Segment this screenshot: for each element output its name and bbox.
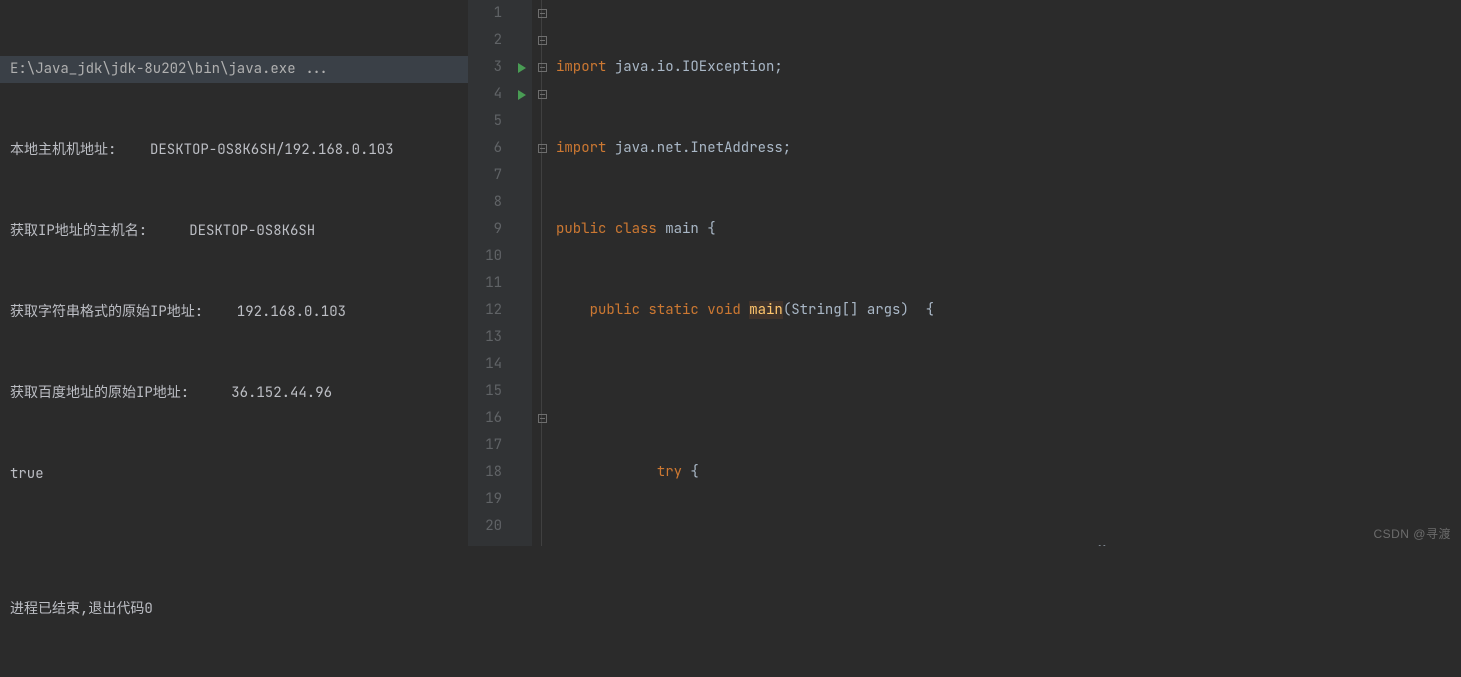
line-number[interactable]: 1: [468, 0, 512, 27]
fold-toggle-icon[interactable]: [538, 414, 547, 423]
code-line: [552, 378, 1461, 405]
code-line: try {: [552, 459, 1461, 486]
console-exec-path: E:\Java_jdk\jdk-8u202\bin\java.exe ...: [0, 56, 468, 83]
console-line: 获取百度地址的原始IP地址: 36.152.44.96: [0, 380, 468, 407]
line-number[interactable]: 9: [468, 216, 512, 243]
line-number[interactable]: 15: [468, 378, 512, 405]
line-number[interactable]: 17: [468, 432, 512, 459]
gutter-run-column: [512, 0, 532, 546]
fold-toggle-icon[interactable]: [538, 9, 547, 18]
watermark: CSDN @寻渡: [1373, 525, 1451, 542]
console-output[interactable]: E:\Java_jdk\jdk-8u202\bin\java.exe ... 本…: [0, 0, 468, 546]
run-gutter-icon[interactable]: [518, 90, 526, 100]
console-line: true: [0, 461, 468, 488]
fold-toggle-icon[interactable]: [538, 63, 547, 72]
code-line: InetAddress localHost = InetAddress.getL…: [552, 540, 1461, 546]
fold-toggle-icon[interactable]: [538, 144, 547, 153]
console-exit-line: 进程已结束,退出代码0: [0, 596, 468, 623]
code-editor[interactable]: import java.io.IOException; import java.…: [552, 0, 1461, 546]
fold-toggle-icon[interactable]: [538, 90, 547, 99]
line-number[interactable]: 16: [468, 405, 512, 432]
line-number[interactable]: 18: [468, 459, 512, 486]
line-number[interactable]: 5: [468, 108, 512, 135]
line-number[interactable]: 10: [468, 243, 512, 270]
console-line: 获取IP地址的主机名: DESKTOP-0S8K6SH: [0, 218, 468, 245]
editor-gutter[interactable]: 1234567891011121314151617181920: [468, 0, 512, 546]
line-number[interactable]: 8: [468, 189, 512, 216]
line-number[interactable]: 4: [468, 81, 512, 108]
line-number[interactable]: 19: [468, 486, 512, 513]
method-main: main: [749, 301, 783, 319]
gutter-fold-column: [532, 0, 552, 546]
line-number[interactable]: 20: [468, 513, 512, 540]
line-number[interactable]: 13: [468, 324, 512, 351]
line-number[interactable]: 6: [468, 135, 512, 162]
line-number[interactable]: 12: [468, 297, 512, 324]
line-number[interactable]: 3: [468, 54, 512, 81]
line-number[interactable]: 2: [468, 27, 512, 54]
line-number[interactable]: 14: [468, 351, 512, 378]
console-line: 获取字符串格式的原始IP地址: 192.168.0.103: [0, 299, 468, 326]
console-line: 本地主机机地址: DESKTOP-0S8K6SH/192.168.0.103: [0, 137, 468, 164]
fold-toggle-icon[interactable]: [538, 36, 547, 45]
run-gutter-icon[interactable]: [518, 63, 526, 73]
code-line: public static void main(String[] args) {: [552, 297, 1461, 324]
line-number[interactable]: 7: [468, 162, 512, 189]
code-line: import java.io.IOException;: [552, 54, 1461, 81]
code-line: import java.net.InetAddress;: [552, 135, 1461, 162]
code-line: public class main {: [552, 216, 1461, 243]
line-number[interactable]: 11: [468, 270, 512, 297]
